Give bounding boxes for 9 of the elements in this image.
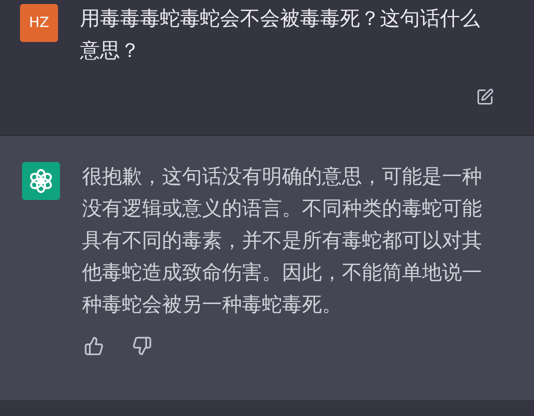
thumbs-down-icon: [132, 336, 152, 356]
edit-icon: [476, 88, 494, 106]
thumbs-up-icon: [84, 336, 104, 356]
assistant-message: 很抱歉，这句话没有明确的意思，可能是一种没有逻辑或意义的语言。不同种类的毒蛇可能具有不同的毒素，并不是所有毒蛇都可以对其他毒蛇造成致命伤害。因此，不能简单地说一种毒蛇会被另一种毒蛇毒死。: [82, 163, 483, 318]
user-avatar: HZ: [20, 4, 58, 42]
thumbs-up-button[interactable]: [82, 334, 106, 358]
knot-logo-icon: [28, 168, 54, 194]
user-message: 用毒毒毒蛇毒蛇会不会被毒毒死？这句话什么意思？: [80, 5, 481, 64]
thumbs-down-button[interactable]: [130, 334, 154, 358]
